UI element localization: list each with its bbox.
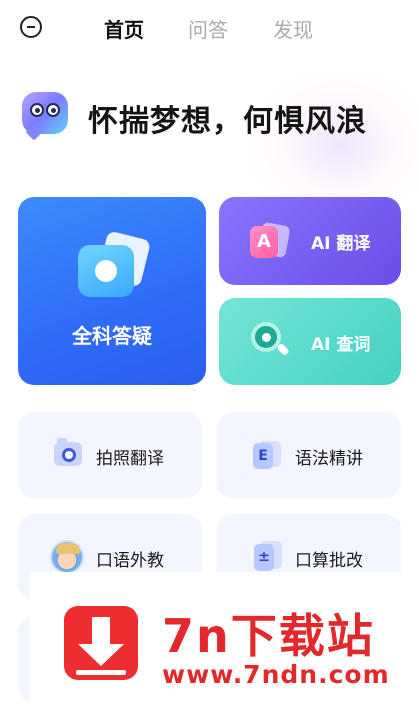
photo-translate-tile[interactable]: 拍照翻译 [18,412,202,498]
tab-home[interactable]: 首页 [104,14,144,43]
mascot-icon [22,92,68,141]
tab-discover[interactable]: 发现 [273,14,313,43]
ai-lookup-label: AI 查词 [311,335,371,355]
slogan-heading: 怀揣梦想，何惧风浪 [88,104,367,139]
grammar-tile[interactable]: E 语法精讲 [217,412,401,498]
camera-icon [54,438,82,466]
watermark-banner: 7n下载站 www.7ndn.com [30,572,419,715]
watermark-url: www.7ndn.com [162,660,390,689]
all-subject-qa-label: 全科答疑 [72,324,152,348]
tab-qa[interactable]: 问答 [188,14,228,43]
ai-translate-card[interactable]: A AI 翻译 [219,197,401,285]
ai-translate-label: AI 翻译 [311,234,371,254]
plus-minus-icon: ± [254,541,282,571]
photo-translate-label: 拍照翻译 [96,449,164,469]
menu-icon[interactable] [20,16,42,38]
e-book-icon: E [253,441,281,469]
magnifier-icon [251,322,293,362]
watermark-title: 7n下载站 [162,609,375,663]
oral-tutor-label: 口语外教 [96,551,164,571]
ai-lookup-card[interactable]: AI 查词 [219,298,401,385]
mental-math-label: 口算批改 [295,551,363,571]
download-arrow-icon [64,606,138,680]
grammar-label: 语法精讲 [295,449,363,469]
translate-icon: A [250,221,291,260]
avatar-icon [50,540,84,574]
all-subject-qa-card[interactable]: 全科答疑 [18,197,206,385]
camera-icon [78,230,158,299]
